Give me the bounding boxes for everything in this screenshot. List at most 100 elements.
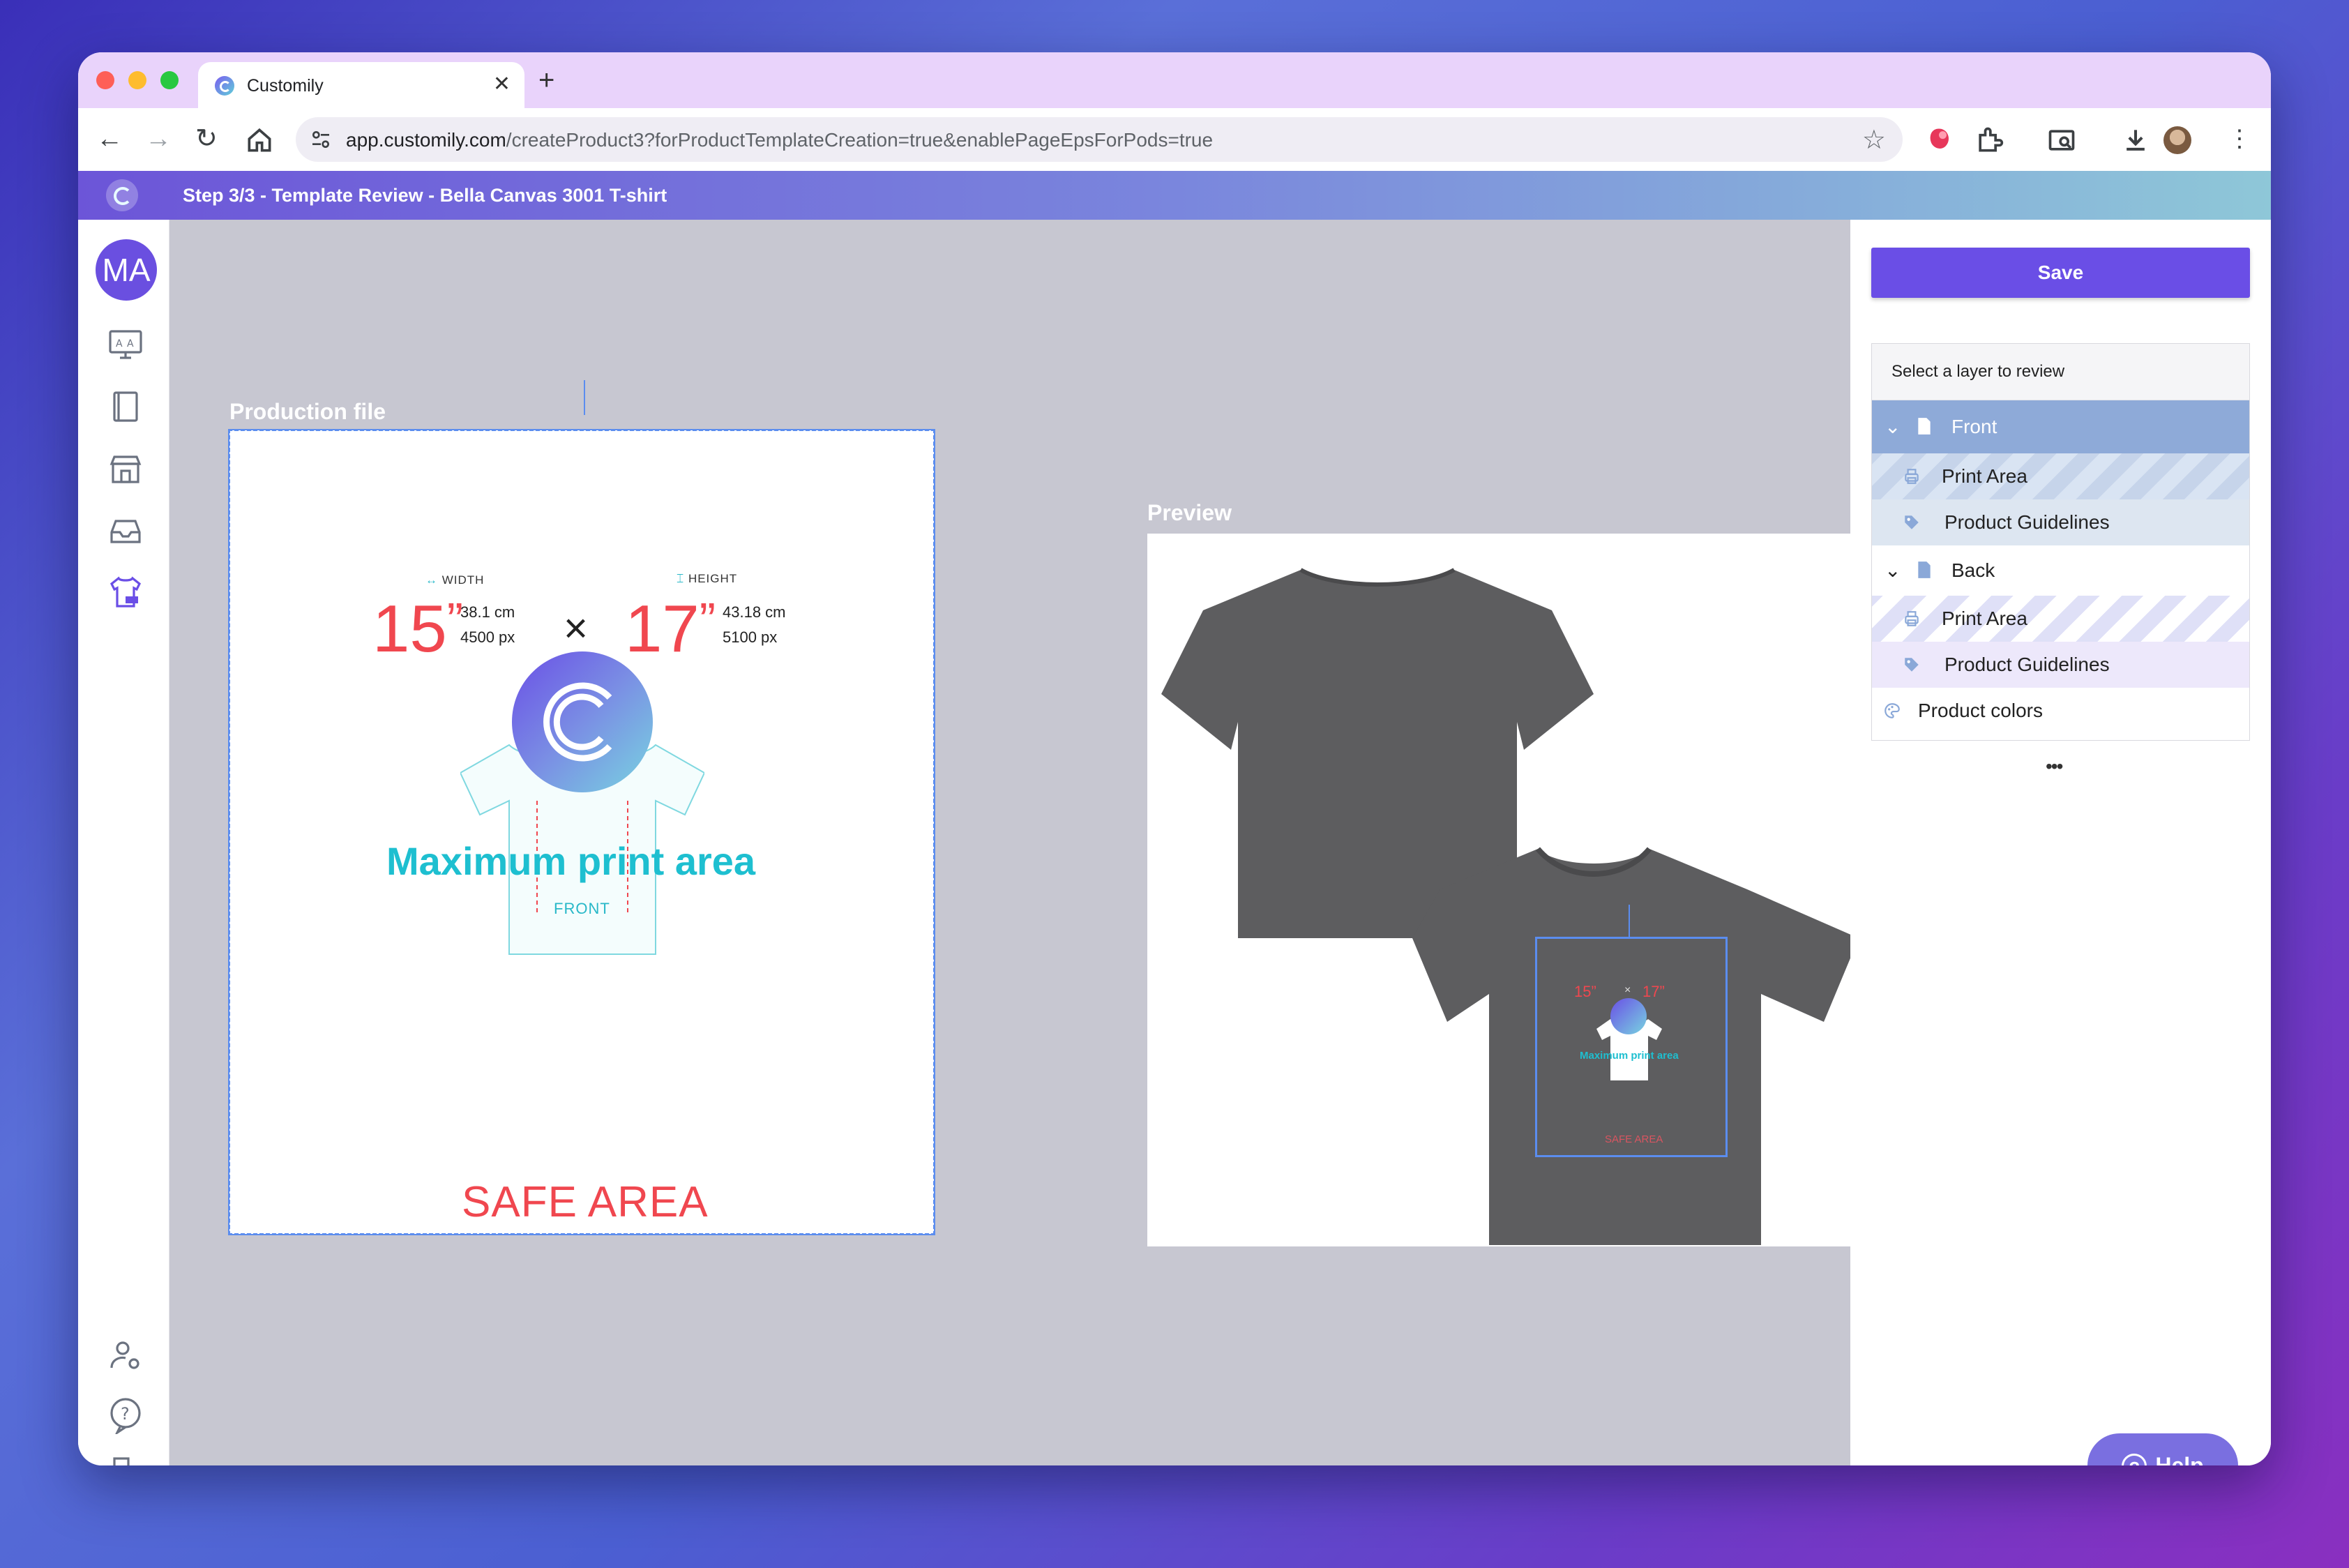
- maximize-window-button[interactable]: [160, 71, 179, 89]
- reload-icon[interactable]: ↻: [195, 122, 218, 156]
- layer-back-print-area[interactable]: Print Area: [1872, 596, 2249, 642]
- mini-width-value: 15: [1574, 983, 1592, 1000]
- printer-icon: [1905, 469, 1919, 484]
- tab-strip: Customily ✕ +: [78, 52, 2271, 108]
- help-bubble-icon[interactable]: ?: [106, 1395, 145, 1434]
- bookmark-star-icon[interactable]: ☆: [1862, 124, 1886, 156]
- layer-front-guidelines[interactable]: Product Guidelines: [1872, 499, 2249, 545]
- browser-toolbar: ← → ↻ app.customily.com/createProduct3?f…: [78, 108, 2271, 171]
- user-settings-icon[interactable]: [106, 1336, 145, 1375]
- height-label: ⌶ HEIGHT: [677, 572, 738, 585]
- customily-logo-graphic: [512, 651, 653, 792]
- url-host: app.customily.com: [346, 129, 506, 151]
- preview-rotate-handle[interactable]: [1629, 905, 1630, 937]
- height-cm: 43.18 cm: [723, 603, 786, 621]
- browser-tab[interactable]: Customily ✕: [198, 62, 524, 108]
- extension-red-icon[interactable]: [1924, 125, 1954, 156]
- width-label-text: WIDTH: [441, 573, 485, 587]
- chevron-down-icon[interactable]: ⌄: [1885, 545, 1901, 596]
- page-icon: [1918, 561, 1931, 578]
- mini-width: 15”: [1574, 983, 1596, 1000]
- c-logo-mark-icon: [543, 682, 612, 762]
- browser-window: Customily ✕ + ← → ↻ app.customily.com/cr…: [78, 52, 2271, 1465]
- preview-panel: 15” 17” × Maximum print area SAFE AREA: [1147, 534, 1859, 1246]
- customily-logo-icon[interactable]: [106, 179, 138, 211]
- height-label-text: HEIGHT: [688, 572, 738, 585]
- preview-label: Preview: [1147, 500, 1232, 525]
- forward-arrow-icon[interactable]: →: [145, 122, 172, 156]
- safe-area-label: SAFE AREA: [462, 1178, 709, 1226]
- new-tab-icon[interactable]: +: [538, 65, 554, 96]
- layer-front-label: Front: [1951, 416, 1997, 437]
- layer-list-header: Select a layer to review: [1872, 344, 2249, 400]
- mini-safe-area: SAFE AREA: [1605, 1133, 1663, 1145]
- layer-list: Select a layer to review ⌄ Front Print A…: [1871, 343, 2250, 741]
- store-icon[interactable]: [106, 450, 145, 489]
- production-file-artboard[interactable]: ↔ WIDTH 15” 38.1 cm 4500 px × ⌶ HEIGHT 1…: [228, 429, 935, 1235]
- url-text: app.customily.com/createProduct3?forProd…: [346, 129, 1213, 151]
- tag-icon: [1905, 658, 1919, 672]
- home-icon[interactable]: [244, 125, 275, 156]
- save-button[interactable]: Save: [1871, 248, 2250, 298]
- editor-canvas: Production file ↔ WIDTH 15” 38.1 cm 4500…: [169, 220, 1859, 1465]
- rotate-handle[interactable]: [584, 380, 585, 415]
- tab-title: Customily: [247, 76, 324, 96]
- mini-height: 17”: [1642, 983, 1665, 1000]
- width-label: ↔ WIDTH: [425, 573, 485, 587]
- height-px: 5100 px: [723, 628, 778, 646]
- mini-times: ×: [1624, 984, 1631, 996]
- svg-text:A: A: [116, 338, 123, 349]
- front-label: FRONT: [554, 900, 610, 917]
- book-icon[interactable]: [106, 387, 145, 426]
- chevron-down-icon[interactable]: ⌄: [1885, 400, 1901, 453]
- close-window-button[interactable]: [96, 71, 114, 89]
- mini-max-print: Maximum print area: [1580, 1050, 1679, 1062]
- width-cm: 38.1 cm: [460, 603, 515, 621]
- browser-menu-icon[interactable]: ⋮: [2228, 122, 2251, 156]
- layer-product-colors-label: Product colors: [1918, 700, 2043, 721]
- back-arrow-icon[interactable]: ←: [96, 122, 123, 156]
- mini-height-value: 17: [1642, 983, 1660, 1000]
- site-settings-icon[interactable]: [310, 128, 332, 151]
- layer-back-guidelines[interactable]: Product Guidelines: [1872, 642, 2249, 688]
- height-metric: 43.18 cm 5100 px: [723, 600, 786, 650]
- layer-front-print-area[interactable]: Print Area: [1872, 453, 2249, 499]
- layer-back[interactable]: ⌄ Back: [1872, 545, 2249, 596]
- question-circle-icon: ?: [2122, 1454, 2147, 1465]
- tab-search-icon[interactable]: [2046, 125, 2077, 156]
- inbox-icon[interactable]: [106, 511, 145, 550]
- url-path: /createProduct3?forProductTemplateCreati…: [506, 129, 1214, 151]
- layer-back-guidelines-label: Product Guidelines: [1944, 654, 2110, 675]
- width-inches: 15”: [372, 591, 464, 666]
- monitor-design-icon[interactable]: AA: [106, 324, 145, 363]
- mini-logo-graphic: [1610, 998, 1647, 1034]
- logout-icon[interactable]: [106, 1453, 145, 1465]
- address-bar[interactable]: app.customily.com/createProduct3?forProd…: [296, 117, 1903, 162]
- layer-back-print-area-label: Print Area: [1942, 608, 2027, 629]
- tag-icon: [1905, 515, 1919, 529]
- layer-back-label: Back: [1951, 559, 1995, 581]
- layer-front[interactable]: ⌄ Front: [1872, 400, 2249, 453]
- help-button[interactable]: ? Help: [2087, 1433, 2238, 1465]
- page-icon: [1918, 418, 1931, 435]
- layer-front-guidelines-label: Product Guidelines: [1944, 511, 2110, 533]
- printer-icon: [1905, 611, 1919, 626]
- extensions-puzzle-icon[interactable]: [1974, 125, 2004, 156]
- preview-artwork: 15” 17” × Maximum print area SAFE AREA: [1538, 940, 1721, 1150]
- app-header: Step 3/3 - Template Review - Bella Canva…: [78, 171, 2271, 220]
- svg-text:?: ?: [121, 1404, 130, 1424]
- pod-tshirt-icon[interactable]: [106, 573, 145, 612]
- download-icon[interactable]: [2120, 125, 2151, 156]
- minimize-window-button[interactable]: [128, 71, 146, 89]
- times-symbol: ×: [564, 605, 589, 651]
- profile-avatar-icon[interactable]: [2163, 126, 2191, 154]
- close-tab-icon[interactable]: ✕: [493, 72, 511, 96]
- resize-handle[interactable]: •••: [2046, 755, 2063, 778]
- layer-product-colors[interactable]: Product colors: [1872, 688, 2249, 734]
- width-inches-value: 15: [372, 591, 447, 666]
- right-panel: Save Select a layer to review ⌄ Front Pr…: [1850, 220, 2271, 1465]
- user-avatar[interactable]: MA: [96, 239, 157, 301]
- production-file-label: Production file: [229, 399, 386, 424]
- step-title: Step 3/3 - Template Review - Bella Canva…: [183, 185, 667, 206]
- customily-favicon-icon: [215, 76, 234, 96]
